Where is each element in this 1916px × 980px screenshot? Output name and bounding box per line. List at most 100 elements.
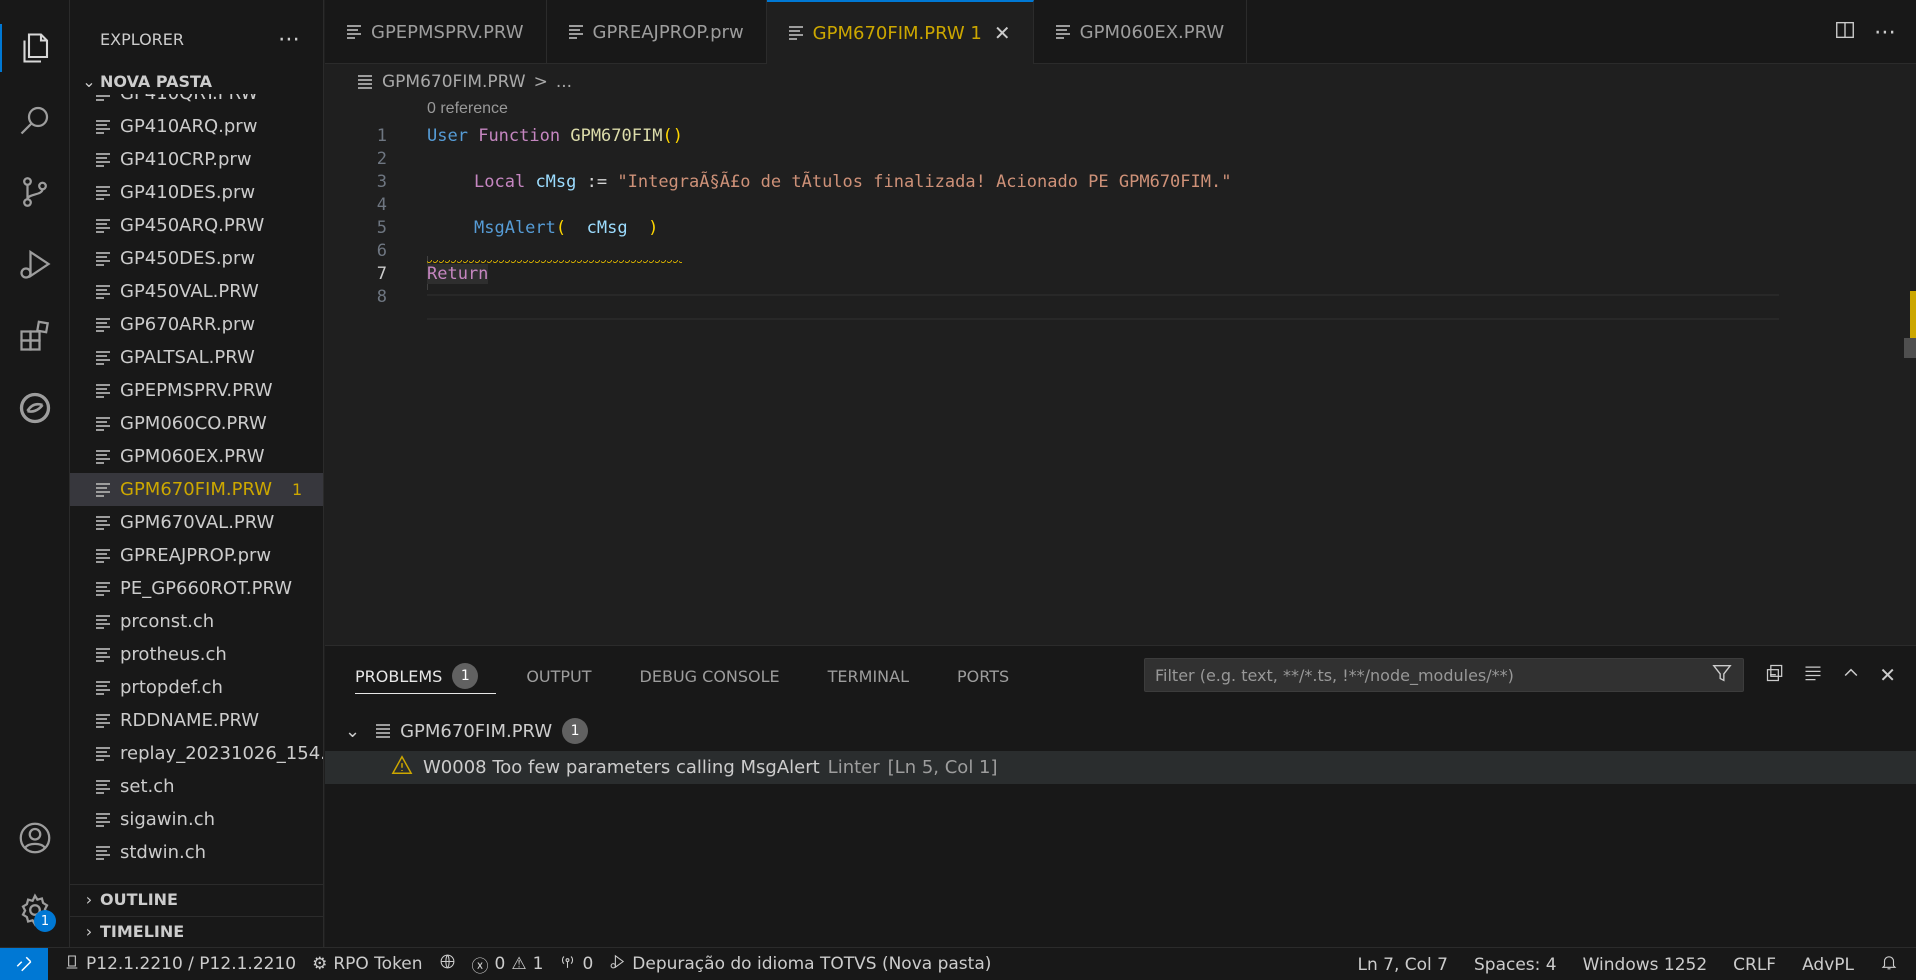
maximize-panel-icon[interactable] (1841, 663, 1861, 688)
file-item[interactable]: GP450ARQ.PRW (70, 209, 323, 242)
timeline-section[interactable]: › TIMELINE (70, 916, 323, 946)
source-control-icon[interactable] (0, 162, 70, 222)
notifications-bell-icon[interactable] (1880, 953, 1898, 976)
tab-gpm670fim[interactable]: GPM670FIM.PRW 1 ✕ (766, 0, 1034, 64)
file-item[interactable]: GP410DES.prw (70, 176, 323, 209)
code-editor[interactable]: 0 reference 1 2 3 4 5 6 7 8 User Functio… (325, 96, 1916, 644)
tab-gpepmsprv[interactable]: GPEPMSPRV.PRW (325, 0, 547, 64)
tab-ports[interactable]: PORTS (927, 646, 1027, 706)
explorer-icon[interactable] (0, 18, 70, 78)
more-actions-icon[interactable]: ⋯ (278, 27, 301, 52)
tab-gpreajprop[interactable]: GPREAJPROP.prw (547, 0, 767, 64)
tab-gpm060ex[interactable]: GPM060EX.PRW (1034, 0, 1248, 64)
debug-language-label: Depuração do idioma TOTVS (Nova pasta) (632, 954, 992, 974)
keyword: User (427, 126, 468, 146)
paren: () (662, 126, 683, 146)
file-item[interactable]: GPREAJPROP.prw (70, 539, 323, 572)
filter-icon[interactable] (1711, 662, 1733, 688)
file-item[interactable]: sigawin.ch (70, 803, 323, 836)
debug-language-status[interactable]: Depuração do idioma TOTVS (Nova pasta) (609, 953, 991, 975)
outline-section[interactable]: › OUTLINE (70, 884, 323, 914)
codelens-references[interactable]: 0 reference (427, 100, 508, 118)
file-item[interactable]: stdwin.ch (70, 836, 323, 869)
file-item[interactable]: GPEPMSPRV.PRW (70, 374, 323, 407)
file-item[interactable]: protheus.ch (70, 638, 323, 671)
file-item[interactable]: replay_20231026_154... (70, 737, 323, 770)
close-panel-icon[interactable]: ✕ (1879, 663, 1896, 687)
server-status[interactable]: P12.1.2210 / P12.1.2210 (64, 954, 296, 975)
file-item[interactable]: set.ch (70, 770, 323, 803)
file-icon (568, 25, 583, 39)
file-item[interactable]: GPM060EX.PRW (70, 440, 323, 473)
totvs-icon[interactable] (0, 378, 70, 438)
settings-gear-icon[interactable]: 1 (0, 880, 70, 940)
globe-status[interactable] (439, 953, 456, 975)
file-icon (96, 515, 110, 530)
file-item[interactable]: GPALTSAL.PRW (70, 341, 323, 374)
tab-output[interactable]: OUTPUT (496, 646, 609, 706)
file-item[interactable]: GP410QRY.PRW (70, 94, 323, 110)
file-icon (96, 251, 110, 266)
tab-label: PROBLEMS (355, 666, 443, 686)
account-icon[interactable] (0, 808, 70, 868)
file-item[interactable]: GPM060CO.PRW (70, 407, 323, 440)
keyword: Return (427, 264, 489, 284)
file-item[interactable]: GPM670FIM.PRW 1 (70, 473, 323, 506)
file-item[interactable]: PE_GP660ROT.PRW (70, 572, 323, 605)
file-item[interactable]: GP410ARQ.prw (70, 110, 323, 143)
close-icon[interactable]: ✕ (994, 21, 1011, 45)
activity-bar: 1 (0, 0, 70, 947)
file-item[interactable]: RDDNAME.PRW (70, 704, 323, 737)
tab-problems[interactable]: PROBLEMS 1 (325, 646, 497, 706)
file-label: GP410QRY.PRW (120, 94, 258, 104)
status-right: Ln 7, Col 7 Spaces: 4 Windows 1252 CRLF … (1357, 948, 1898, 980)
folder-nova-pasta[interactable]: ⌄ NOVA PASTA (70, 66, 323, 96)
line-number: 1 (376, 126, 387, 146)
problems-status[interactable]: ⓧ 0 ⚠ 1 (472, 952, 544, 977)
run-debug-icon[interactable] (0, 234, 70, 294)
language-mode[interactable]: AdvPL (1802, 955, 1854, 975)
file-item[interactable]: GP450DES.prw (70, 242, 323, 275)
tab-label: GPM670FIM.PRW 1 (812, 22, 982, 44)
problem-item[interactable]: W0008 Too few parameters calling MsgAler… (325, 751, 1916, 784)
problems-filter-input[interactable]: Filter (e.g. text, **/*.ts, !**/node_mod… (1144, 658, 1744, 692)
file-item[interactable]: GP410CRP.prw (70, 143, 323, 176)
tab-terminal[interactable]: TERMINAL (798, 646, 927, 706)
more-actions-icon[interactable]: ⋯ (1874, 20, 1896, 45)
file-icon (96, 284, 110, 299)
split-editor-icon[interactable] (1834, 19, 1856, 46)
debug-icon (609, 953, 626, 975)
scrollbar-thumb[interactable] (1904, 338, 1916, 358)
ports-status[interactable]: 0 (559, 953, 593, 975)
tab-label: GPM060EX.PRW (1079, 21, 1225, 43)
breadcrumb-more[interactable]: ... (556, 72, 572, 92)
folder-label: NOVA PASTA (100, 71, 213, 91)
search-icon[interactable] (0, 90, 70, 150)
rpo-token-status[interactable]: ⚙ RPO Token (312, 954, 422, 974)
file-icon (96, 383, 110, 398)
collapse-all-icon[interactable] (1765, 663, 1785, 688)
file-item[interactable]: GP450VAL.PRW (70, 275, 323, 308)
string-literal: "IntegraÃ§Ã£o de tÃtulos finalizada! Aci… (617, 172, 1232, 192)
problem-file-row[interactable]: ⌄ GPM670FIM.PRW 1 (345, 716, 589, 746)
file-icon (96, 647, 110, 662)
file-label: GPEPMSPRV.PRW (120, 380, 273, 401)
cursor-position[interactable]: Ln 7, Col 7 (1357, 955, 1448, 975)
file-label: GPM670VAL.PRW (120, 512, 275, 533)
file-item[interactable]: GP670ARR.prw (70, 308, 323, 341)
file-item[interactable]: prtopdef.ch (70, 671, 323, 704)
eol-status[interactable]: CRLF (1733, 955, 1776, 975)
file-item[interactable]: GPM670VAL.PRW (70, 506, 323, 539)
file-icon (96, 317, 110, 332)
view-as-tree-icon[interactable] (1803, 663, 1823, 688)
file-item[interactable]: prconst.ch (70, 605, 323, 638)
indentation-status[interactable]: Spaces: 4 (1474, 955, 1557, 975)
chevron-right-icon: › (85, 890, 93, 909)
extensions-icon[interactable] (0, 306, 70, 366)
remote-icon[interactable] (0, 947, 48, 980)
problem-count-badge: 1 (292, 480, 303, 499)
encoding-status[interactable]: Windows 1252 (1583, 955, 1708, 975)
tab-debug-console[interactable]: DEBUG CONSOLE (610, 646, 798, 706)
file-icon (96, 845, 110, 860)
breadcrumb-file[interactable]: GPM670FIM.PRW (382, 72, 526, 92)
